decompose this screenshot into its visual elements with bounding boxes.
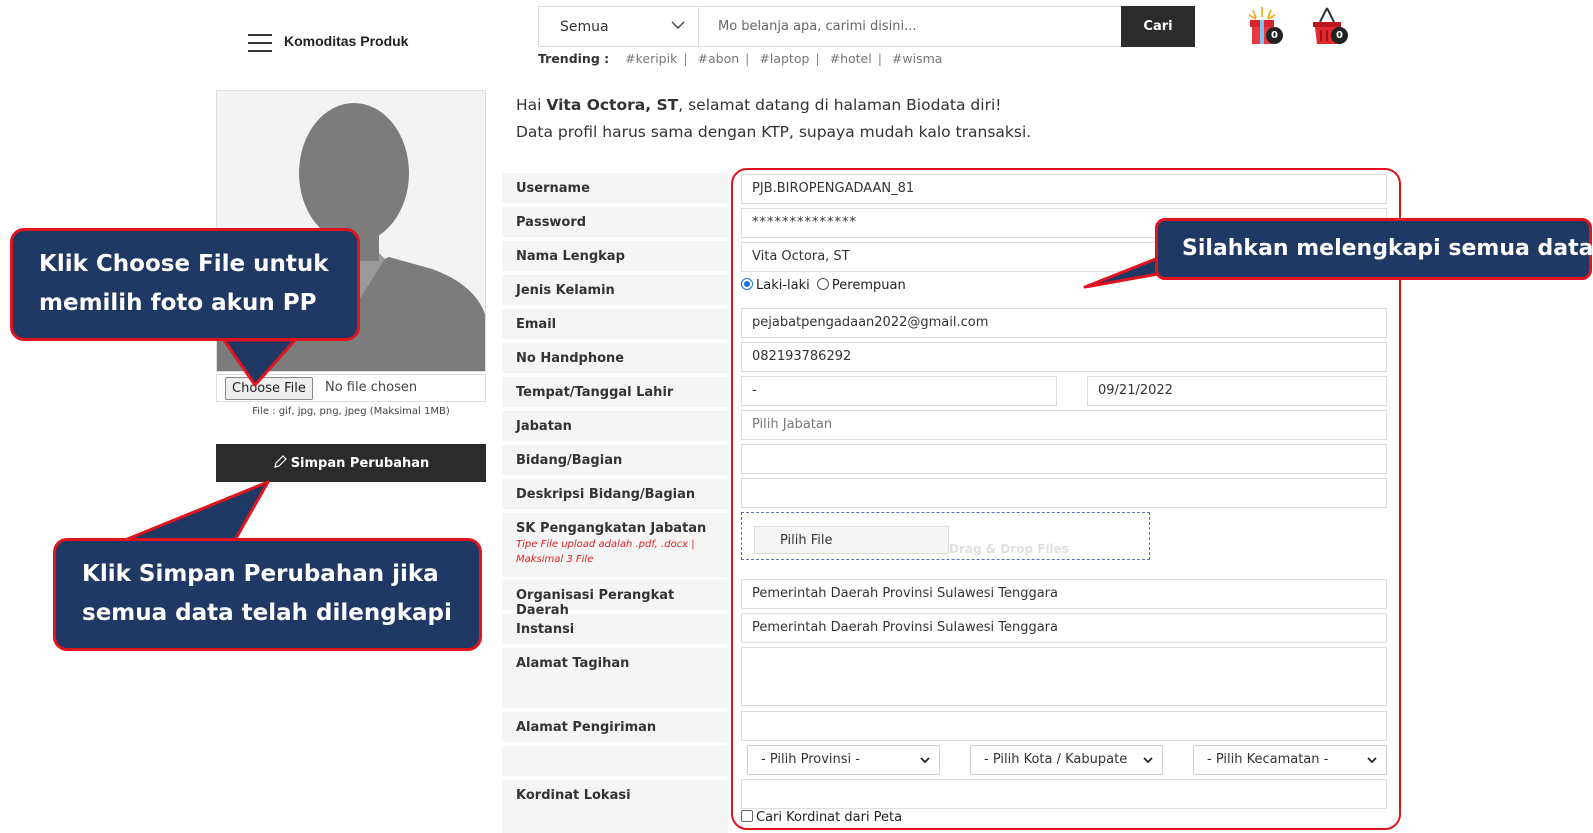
callout-line: semua data telah dilengkapi [82,600,452,626]
callout-pointer-lengkapi [1083,256,1160,289]
callout-pointer-simpan [123,480,270,542]
callout-pointers [123,256,1160,542]
callout-line: Klik Choose File untuk [39,251,329,277]
callout-line: Klik Simpan Perubahan jika [82,561,439,587]
callout-pointer-choose-file [222,338,297,387]
callout-choose-file: Klik Choose File untuk memilih foto akun… [10,228,360,341]
callout-line: memilih foto akun PP [39,290,317,316]
callout-lengkapi-data: Silahkan melengkapi semua data [1155,218,1593,280]
callout-simpan-perubahan: Klik Simpan Perubahan jika semua data te… [53,538,482,651]
